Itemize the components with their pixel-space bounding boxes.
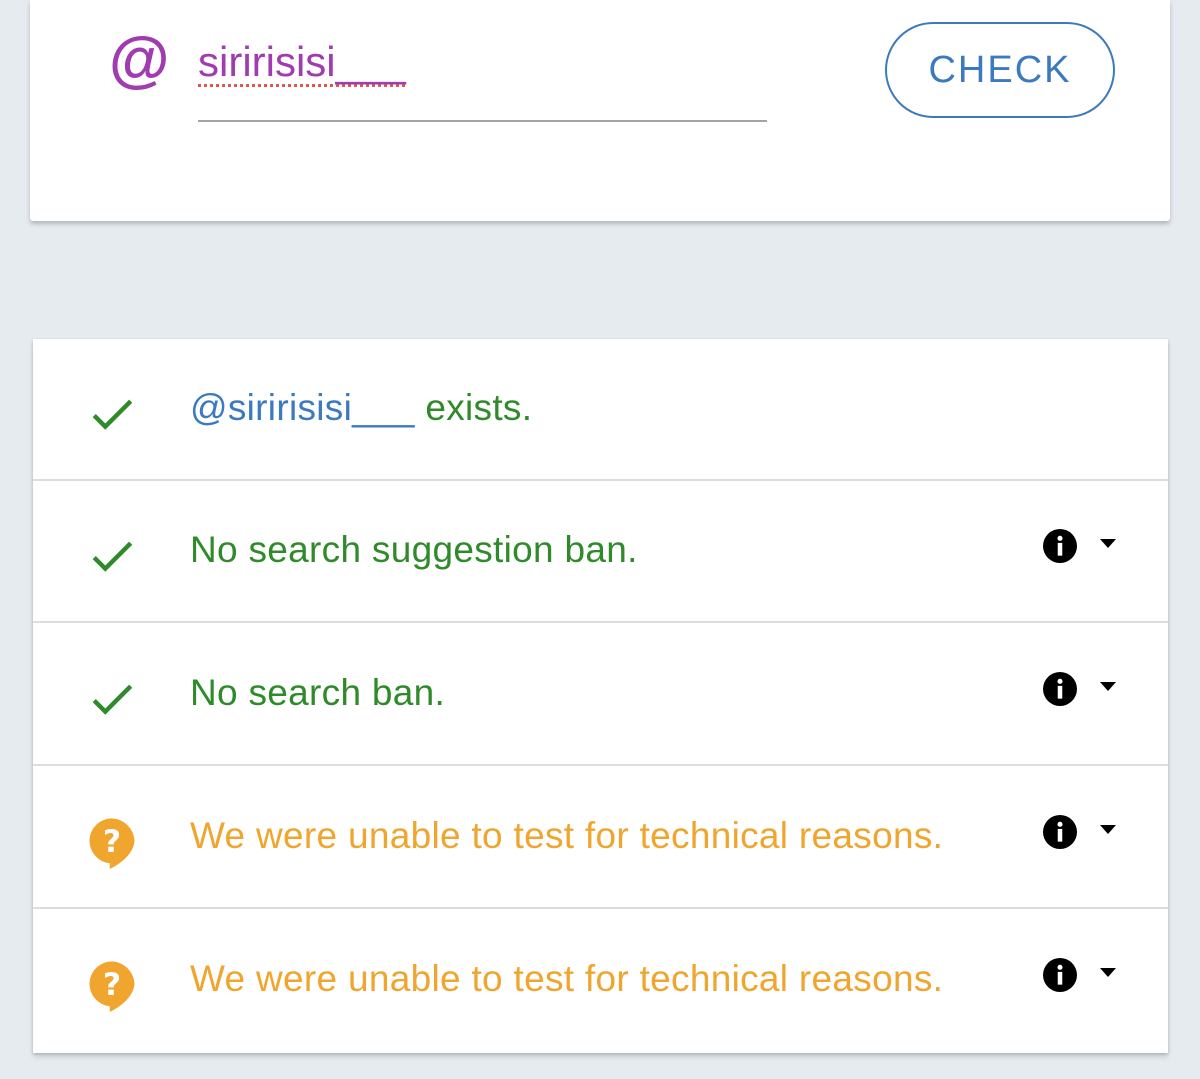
- check-icon: [85, 529, 139, 583]
- info-icon[interactable]: [1043, 529, 1077, 563]
- svg-text:?: ?: [103, 824, 121, 860]
- check-icon: [85, 387, 139, 441]
- question-bubble-icon: ?: [85, 815, 139, 869]
- chevron-down-icon[interactable]: [1100, 825, 1116, 835]
- check-button[interactable]: CHECK: [885, 22, 1115, 118]
- question-bubble-icon: ?: [85, 958, 139, 1012]
- result-text: We were unable to test for technical rea…: [190, 815, 944, 856]
- info-icon[interactable]: [1043, 815, 1077, 849]
- result-row-ghost-ban: ? We were unable to test for technical r…: [33, 767, 1168, 909]
- info-icon[interactable]: [1043, 958, 1077, 992]
- at-icon: @: [108, 26, 169, 95]
- results-card: @siririsisi___ exists. No search suggest…: [33, 339, 1168, 1053]
- result-row-exists: @siririsisi___ exists.: [33, 339, 1168, 481]
- result-text: No search ban.: [190, 672, 446, 713]
- chevron-down-icon[interactable]: [1100, 682, 1116, 692]
- result-text: @siririsisi___ exists.: [190, 339, 532, 477]
- chevron-down-icon[interactable]: [1100, 539, 1116, 549]
- result-row-search-suggestion-ban: No search suggestion ban.: [33, 481, 1168, 623]
- result-row-search-ban: No search ban.: [33, 624, 1168, 766]
- result-text: No search suggestion ban.: [190, 529, 638, 570]
- username-input[interactable]: siririsisi___: [198, 28, 767, 122]
- svg-text:?: ?: [103, 967, 121, 1003]
- username-link[interactable]: @siririsisi___: [190, 387, 415, 429]
- username-input-value[interactable]: siririsisi___: [198, 38, 406, 86]
- result-row-reply-deboosting: ? We were unable to test for technical r…: [33, 910, 1168, 1052]
- result-text-suffix: exists.: [414, 387, 533, 428]
- info-icon[interactable]: [1043, 672, 1077, 706]
- search-card: @ siririsisi___ CHECK: [30, 0, 1170, 221]
- chevron-down-icon[interactable]: [1100, 968, 1116, 978]
- check-icon: [85, 672, 139, 726]
- result-text: We were unable to test for technical rea…: [190, 958, 944, 999]
